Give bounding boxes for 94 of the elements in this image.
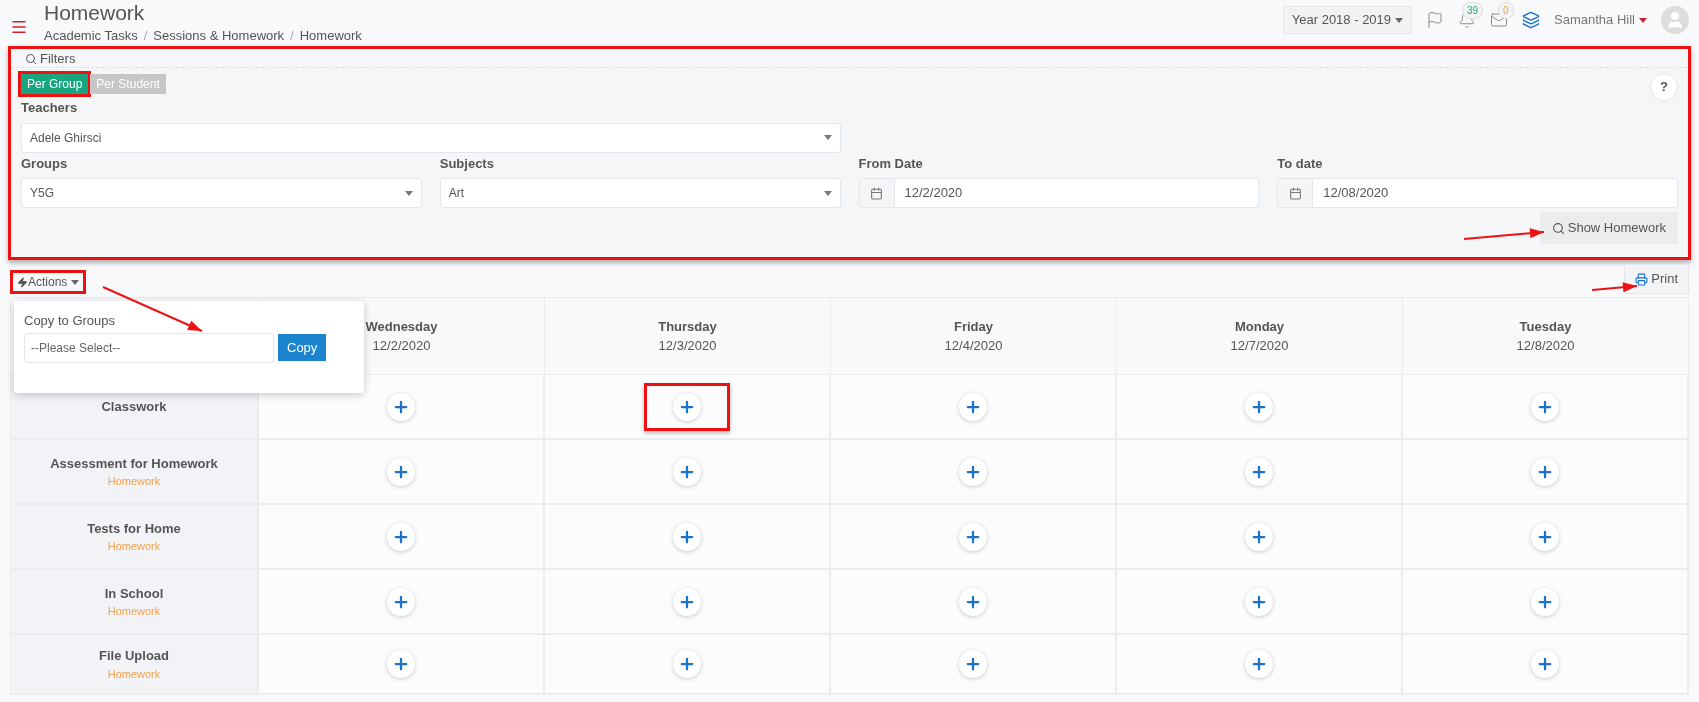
add-button[interactable]	[673, 587, 701, 616]
category-name: In School	[104, 584, 164, 603]
add-button[interactable]	[673, 457, 701, 486]
popup-title: Copy to Groups	[24, 312, 117, 330]
caret-icon	[823, 190, 832, 196]
select-field[interactable]: Adele Ghirsci	[21, 122, 841, 153]
add-button[interactable]	[1245, 650, 1273, 678]
day-date: 12/8/2020	[1516, 337, 1575, 355]
add-button[interactable]	[673, 650, 701, 678]
add-button[interactable]	[387, 457, 415, 486]
field-label: Subjects	[439, 154, 495, 173]
search-icon	[25, 52, 37, 65]
search-icon	[1551, 221, 1565, 235]
field-label: Groups	[21, 154, 69, 173]
breadcrumb-separator: /	[143, 27, 148, 45]
select-field[interactable]: Art	[439, 178, 841, 208]
calendar-button[interactable]	[1277, 178, 1314, 208]
plus-icon	[964, 655, 982, 673]
printer-icon	[1635, 272, 1649, 286]
add-button[interactable]	[959, 522, 987, 551]
breadcrumb-link[interactable]: Sessions & Homework	[153, 26, 285, 46]
add-button[interactable]	[1245, 587, 1273, 616]
breadcrumb-link[interactable]: Homework	[299, 26, 362, 46]
day-date: 12/4/2020	[944, 337, 1003, 355]
field-label: Teachers	[21, 99, 79, 117]
day-name: Friday	[954, 317, 993, 336]
category-name: Tests for Home	[87, 519, 181, 538]
add-button[interactable]	[387, 522, 415, 551]
add-button[interactable]	[959, 457, 987, 486]
add-button[interactable]	[387, 587, 415, 616]
plus-icon	[1536, 655, 1554, 673]
plus-icon	[678, 655, 696, 673]
add-button[interactable]	[959, 650, 987, 678]
calendar-button[interactable]	[858, 178, 895, 208]
plus-icon	[1250, 655, 1268, 673]
menu-icon[interactable]	[10, 18, 28, 36]
category-tag: Homework	[107, 603, 161, 620]
field-label: To date	[1277, 154, 1324, 173]
caret-icon	[1639, 17, 1647, 23]
notification-badge: 39	[1462, 2, 1484, 19]
caret-icon	[71, 279, 80, 285]
user-menu[interactable]: Samantha Hill	[1554, 10, 1647, 30]
add-button[interactable]	[1531, 457, 1559, 486]
day-date: 12/3/2020	[658, 337, 717, 355]
category-tag: Homework	[107, 665, 161, 682]
calendar-icon	[870, 186, 883, 200]
caret-icon	[404, 190, 413, 196]
add-button[interactable]	[673, 392, 701, 421]
date-field[interactable]: 12/08/2020	[1313, 178, 1678, 208]
page-title: Homework	[44, 0, 146, 26]
calendar-icon	[1288, 186, 1302, 200]
add-button[interactable]	[1531, 587, 1559, 616]
annotation-arrow	[1591, 282, 1638, 293]
day-name: Monday	[1234, 317, 1285, 336]
add-button[interactable]	[1245, 457, 1273, 486]
add-button[interactable]	[1531, 522, 1559, 551]
field-label: From Date	[858, 154, 924, 173]
add-button[interactable]	[1531, 392, 1559, 421]
category-name: Classwork	[101, 397, 167, 416]
actions-button[interactable]: Actions	[10, 270, 87, 294]
add-button[interactable]	[959, 587, 987, 616]
add-button[interactable]	[387, 392, 415, 421]
category-tag: Homework	[107, 473, 161, 490]
add-button[interactable]	[673, 522, 701, 551]
add-button[interactable]	[1531, 650, 1559, 678]
breadcrumb-separator: /	[290, 27, 294, 45]
caret-icon	[1395, 17, 1404, 23]
day-name: Thursday	[658, 317, 717, 336]
day-date: 12/7/2020	[1230, 337, 1289, 355]
add-button[interactable]	[1245, 522, 1273, 551]
flag-icon[interactable]	[1426, 11, 1445, 29]
add-button[interactable]	[1245, 392, 1273, 421]
category-tag: Homework	[107, 538, 161, 555]
help-button[interactable]: ?	[1650, 73, 1678, 101]
message-badge: 0	[1498, 2, 1514, 19]
day-name: Tuesday	[1519, 317, 1572, 336]
lightning-icon	[17, 276, 28, 288]
filters-title: Filters	[40, 49, 76, 68]
group-select-field[interactable]: --Please Select--	[24, 332, 274, 363]
caret-icon	[823, 135, 832, 140]
select-field[interactable]: Y5G	[21, 178, 422, 208]
year-dropdown[interactable]: Year 2018 - 2019	[1282, 6, 1413, 34]
copy-button[interactable]: Copy	[278, 334, 327, 361]
add-button[interactable]	[959, 392, 987, 421]
breadcrumb-link[interactable]: Academic Tasks	[44, 26, 138, 46]
day-date: 12/2/2020	[372, 337, 431, 355]
show-homework-button[interactable]: Show Homework	[1539, 212, 1678, 244]
plus-icon	[392, 655, 410, 673]
category-name: Assessment for Homework	[50, 454, 218, 473]
print-button[interactable]: Print	[1624, 264, 1689, 294]
day-name: Wednesday	[365, 317, 438, 336]
add-button[interactable]	[387, 650, 415, 678]
date-field[interactable]: 12/2/2020	[894, 178, 1260, 208]
category-name: File Upload	[98, 647, 170, 665]
